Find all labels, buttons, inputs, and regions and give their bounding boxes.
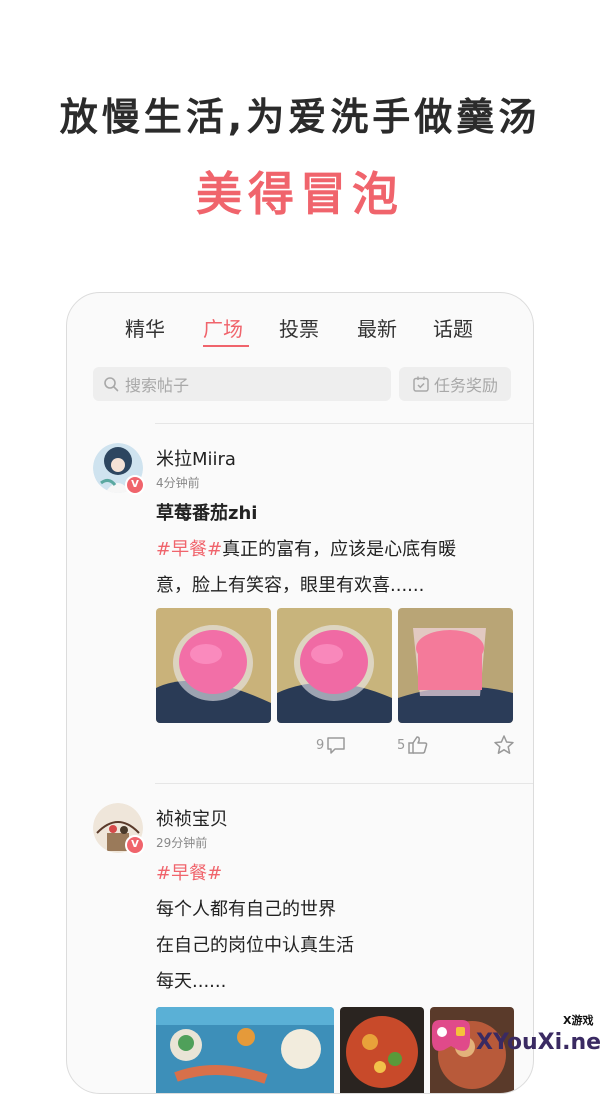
post-image[interactable] <box>398 608 513 723</box>
comment-icon <box>327 737 346 754</box>
task-reward-label: 任务奖励 <box>433 376 498 395</box>
post-text-line-3: 每天...... <box>156 971 227 992</box>
divider <box>155 783 533 784</box>
tab-essence[interactable]: 精华 <box>125 313 165 342</box>
promo-subheadline: 美得冒泡 <box>196 167 404 221</box>
gamepad-logo-icon <box>432 1020 470 1051</box>
post-text-line-2: 意，脸上有笑容，眼里有欢喜...... <box>156 575 425 596</box>
post-title: 草莓番茄zhi <box>156 503 258 524</box>
search-input[interactable]: 搜索帖子 <box>93 367 391 401</box>
post-time: 4分钟前 <box>156 476 200 490</box>
search-placeholder: 搜索帖子 <box>125 376 190 395</box>
post-image[interactable] <box>156 608 271 723</box>
post-username[interactable]: 祯祯宝贝 <box>156 805 228 831</box>
tab-latest[interactable]: 最新 <box>357 313 397 342</box>
post-image[interactable] <box>156 1007 334 1093</box>
post-time: 29分钟前 <box>156 836 208 850</box>
post-text-line-1: #早餐#真正的富有，应该是心底有暖 <box>156 539 457 560</box>
verified-badge: V <box>125 835 145 855</box>
tab-square[interactable]: 广场 <box>203 313 243 342</box>
post-hashtag[interactable]: #早餐# <box>156 859 222 885</box>
star-icon <box>494 735 514 754</box>
divider <box>155 423 533 424</box>
watermark-site-text: XYouXi.net <box>476 1030 600 1055</box>
task-reward-button[interactable]: 任务奖励 <box>399 367 511 401</box>
comment-count: 9 <box>316 737 325 753</box>
tab-topics[interactable]: 话题 <box>433 313 473 342</box>
watermark: X游戏 XYouXi.net <box>428 1008 600 1067</box>
like-button[interactable]: 5 <box>397 735 429 755</box>
phone-frame: 精华 广场 投票 最新 话题 搜索帖子 任务奖励 V 米拉Miira 4分钟前 … <box>66 292 534 1094</box>
search-icon <box>104 377 119 392</box>
watermark-small-text: X游戏 <box>563 1014 594 1027</box>
promo-headline: 放慢生活,为爱洗手做羹汤 <box>59 95 541 139</box>
post-text-line-2: 在自己的岗位中认真生活 <box>156 935 354 956</box>
comment-button[interactable]: 9 <box>316 735 346 755</box>
verified-badge: V <box>125 475 145 495</box>
tab-vote[interactable]: 投票 <box>279 313 319 342</box>
favorite-button[interactable] <box>491 734 515 756</box>
thumbs-up-icon <box>408 736 428 754</box>
active-tab-indicator <box>203 345 249 347</box>
post-username[interactable]: 米拉Miira <box>156 445 236 471</box>
post-image[interactable] <box>277 608 392 723</box>
post-text-line-1: 每个人都有自己的世界 <box>156 899 336 920</box>
like-count: 5 <box>397 737 406 753</box>
calendar-icon <box>413 376 429 392</box>
post-image[interactable] <box>340 1007 424 1093</box>
post-hashtag[interactable]: #早餐# <box>156 539 222 560</box>
tab-bar: 精华 广场 投票 最新 话题 <box>67 313 533 353</box>
